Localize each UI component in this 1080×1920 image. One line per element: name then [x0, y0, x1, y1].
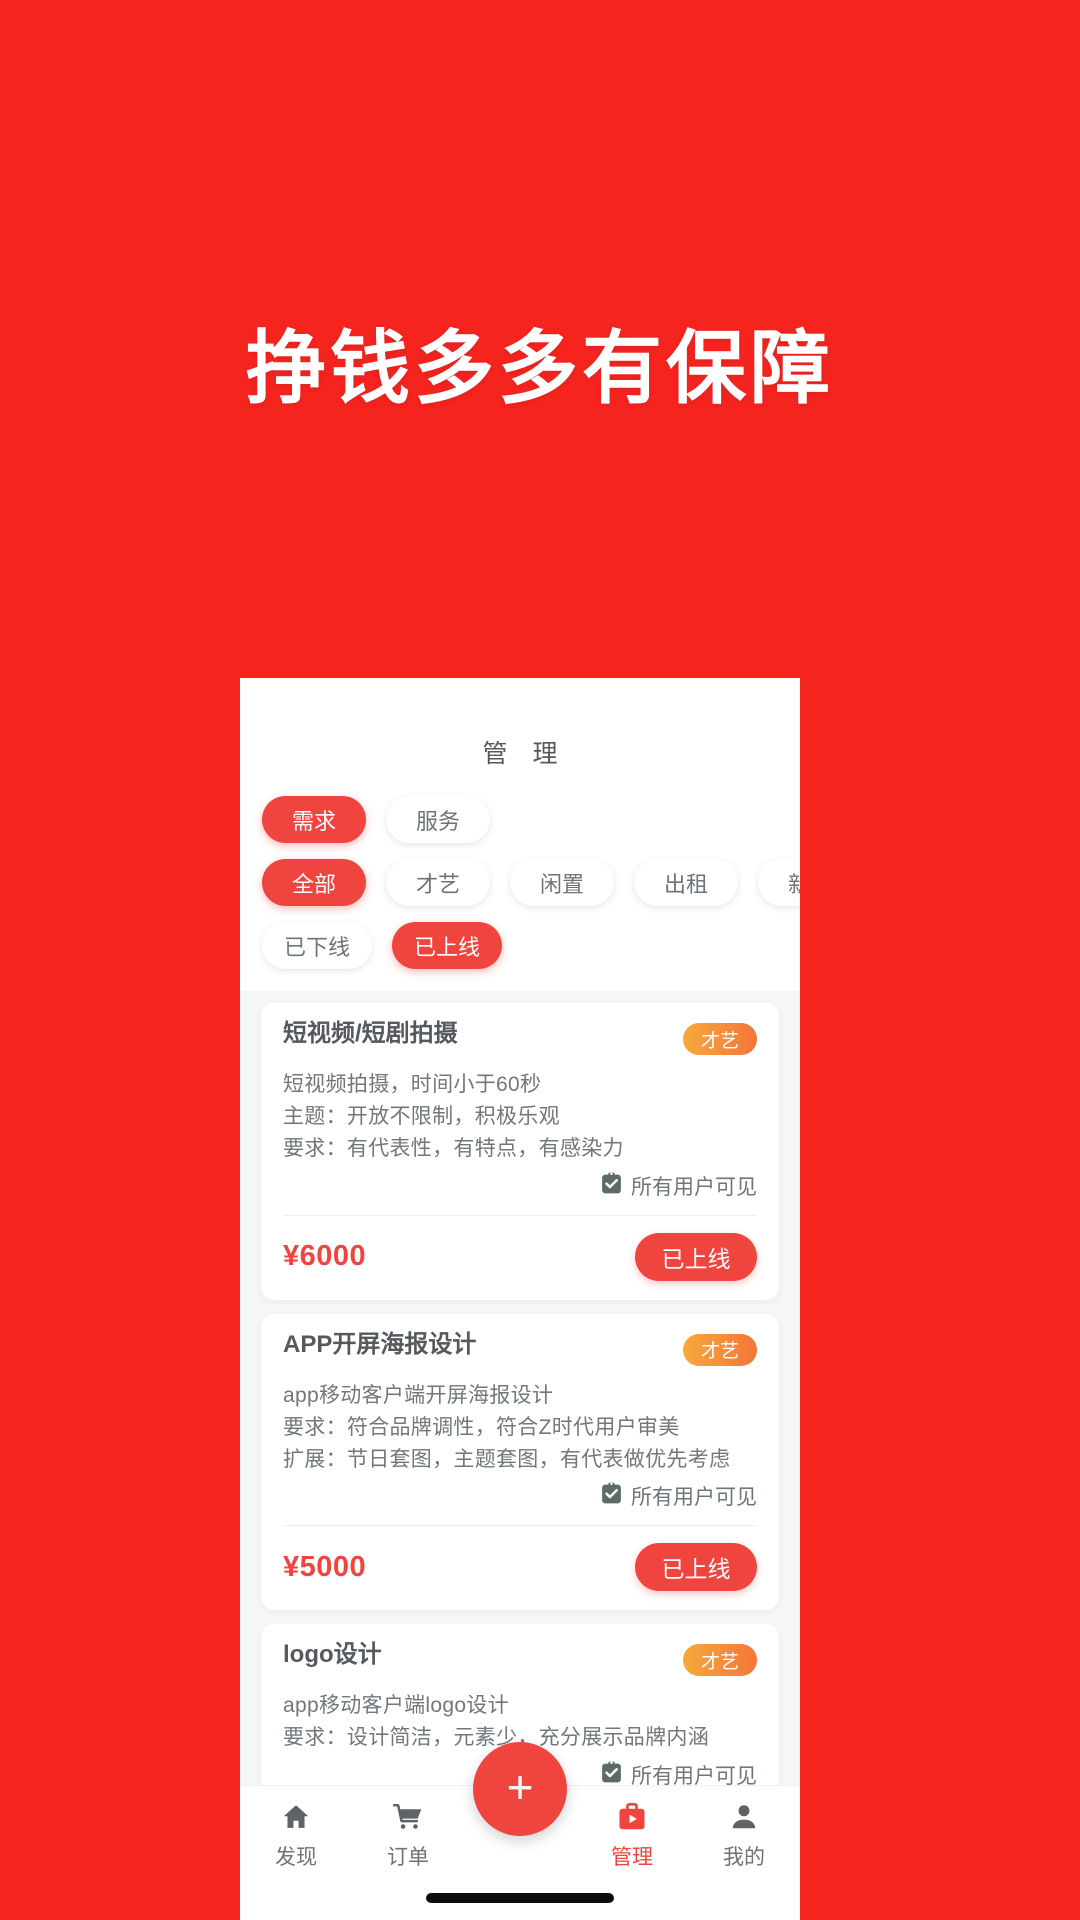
listing-visibility-label: 所有用户可见: [631, 1486, 757, 1510]
listing-visibility-label: 所有用户可见: [631, 1175, 757, 1199]
listing-desc-line: 主题：开放不限制，积极乐观: [283, 1104, 560, 1128]
hero-banner: 挣钱多多有保障: [0, 0, 1080, 678]
clipboard-check-icon: [599, 1171, 624, 1201]
home-icon: [280, 1800, 312, 1834]
listing-card-footer: ¥5000 已上线: [261, 1526, 779, 1610]
listing-card[interactable]: 短视频/短剧拍摄 才艺 短视频拍摄，时间小于60秒 主题：开放不限制，积极乐观 …: [261, 1003, 779, 1300]
listing-desc-line: app移动客户端logo设计: [283, 1694, 509, 1718]
clipboard-check-icon: [599, 1481, 624, 1511]
listing-desc-line: app移动客户端开屏海报设计: [283, 1383, 554, 1407]
listing-category-tag: 才艺: [682, 1023, 757, 1055]
briefcase-play-icon: [616, 1800, 648, 1834]
filter-chip-xuqiu[interactable]: 需求: [262, 796, 366, 843]
home-indicator: [426, 1893, 614, 1903]
nav-label-discover: 发现: [275, 1846, 317, 1869]
filter-row-category[interactable]: 全部 才艺 闲置 出租 新品: [240, 859, 800, 906]
filter-row-status: 已下线 已上线: [240, 922, 800, 969]
hero-headline: 挣钱多多有保障: [246, 324, 834, 413]
listing-status-button[interactable]: 已上线: [635, 1232, 757, 1281]
listing-card-header: APP开屏海报设计 才艺: [283, 1330, 757, 1366]
app-screen: 管 理 需求 服务 全部 才艺 闲置 出租 新品 已下线 已上线: [240, 678, 800, 1920]
listing-title: APP开屏海报设计: [283, 1330, 477, 1358]
nav-item-orders[interactable]: 订单: [352, 1800, 464, 1871]
filter-section: 需求 服务 全部 才艺 闲置 出租 新品 已下线 已上线: [240, 788, 800, 991]
phone-mockup: 管 理 需求 服务 全部 才艺 闲置 出租 新品 已下线 已上线: [240, 678, 800, 1920]
nav-label-profile: 我的: [723, 1846, 765, 1869]
filter-chip-chuzu[interactable]: 出租: [634, 859, 738, 906]
listing-category-tag: 才艺: [682, 1333, 757, 1366]
listing-category-tag: 才艺: [682, 1644, 757, 1677]
listing-card-body: APP开屏海报设计 才艺 app移动客户端开屏海报设计 要求：符合品牌调性，符合…: [261, 1314, 779, 1526]
filter-chip-yixiaxian[interactable]: 已下线: [262, 922, 373, 969]
listing-status-button[interactable]: 已上线: [635, 1543, 757, 1592]
listing-card-header: logo设计 才艺: [283, 1641, 757, 1677]
filter-chip-xianzhi[interactable]: 闲置: [510, 859, 614, 906]
filter-chip-yishangxian[interactable]: 已上线: [392, 922, 503, 969]
listing-card-header: 短视频/短剧拍摄 才艺: [283, 1020, 757, 1055]
nav-item-manage[interactable]: 管理: [576, 1800, 688, 1871]
person-icon: [728, 1800, 760, 1834]
listing-price: ¥5000: [283, 1550, 367, 1583]
filter-row-type: 需求 服务: [240, 796, 800, 843]
page-title: 管 理: [482, 740, 567, 768]
listing-card-body: 短视频/短剧拍摄 才艺 短视频拍摄，时间小于60秒 主题：开放不限制，积极乐观 …: [261, 1003, 779, 1215]
listing-desc-line: 要求：符合品牌调性，符合Z时代用户审美: [283, 1415, 680, 1439]
listing-desc-line: 短视频拍摄，时间小于60秒: [283, 1073, 542, 1096]
plus-icon: +: [506, 1761, 534, 1813]
listing-title: 短视频/短剧拍摄: [283, 1020, 458, 1047]
filter-chip-quanbu[interactable]: 全部: [262, 859, 366, 906]
listing-desc-line: 要求：有代表性，有特点，有感染力: [283, 1136, 624, 1160]
nav-label-manage: 管理: [611, 1846, 653, 1869]
filter-chip-xinpin[interactable]: 新品: [758, 859, 800, 906]
listing-title: logo设计: [283, 1641, 382, 1669]
listing-price: ¥6000: [283, 1240, 367, 1273]
listing-visibility: 所有用户可见: [283, 1481, 757, 1511]
app-header: 管 理: [240, 678, 800, 788]
filter-chip-caiyi[interactable]: 才艺: [386, 859, 490, 906]
nav-item-profile[interactable]: 我的: [688, 1800, 800, 1871]
listing-card-footer: ¥6000 已上线: [261, 1216, 779, 1300]
nav-item-discover[interactable]: 发现: [240, 1800, 352, 1871]
add-listing-fab[interactable]: +: [473, 1742, 567, 1836]
listing-card[interactable]: APP开屏海报设计 才艺 app移动客户端开屏海报设计 要求：符合品牌调性，符合…: [261, 1313, 779, 1611]
listing-visibility: 所有用户可见: [283, 1171, 757, 1201]
nav-label-orders: 订单: [387, 1846, 429, 1869]
filter-chip-fuwu[interactable]: 服务: [386, 796, 490, 843]
listing-desc-line: 扩展：节日套图，主题套图，有代表做优先考虑: [283, 1447, 731, 1471]
shopping-cart-icon: [392, 1800, 424, 1834]
